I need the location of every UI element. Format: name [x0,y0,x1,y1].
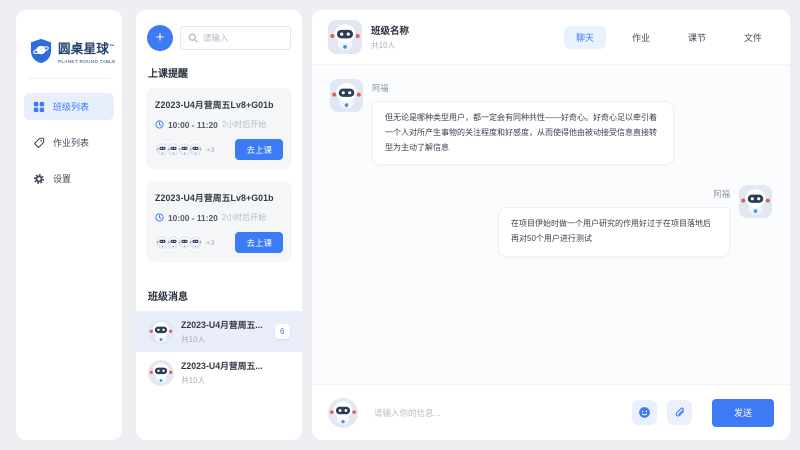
avatar [148,360,174,386]
app-subtitle: PLANET ROUND TABLE [58,59,116,64]
conversation-title: Z2023-U4月营周五... [181,361,263,371]
send-button[interactable]: 发送 [712,398,774,427]
tab-lessons[interactable]: 课节 [676,26,718,49]
gear-icon [33,173,45,185]
class-panel: + 上课提醒 Z2023-U4月营周五Lv8+G01b 10:00 - 11:2… [136,10,302,440]
tab-chat[interactable]: 聊天 [563,25,606,49]
class-start-hint: 2小时后开始 [221,120,267,129]
search-input[interactable] [203,33,283,43]
smiley-icon [638,406,651,419]
sender-name: 阿福 [713,189,730,200]
attachment-button[interactable] [667,400,692,425]
emoji-button[interactable] [632,400,657,425]
class-reminder-card[interactable]: Z2023-U4月营周五Lv8+G01b 10:00 - 11:20 2小时后开… [146,88,292,169]
sidebar-item-label: 设置 [53,174,72,184]
class-start-hint: 2小时后开始 [221,213,267,222]
class-title: Z2023-U4月营周五Lv8+G01b [155,100,274,110]
student-avatars [155,142,203,157]
class-message-row[interactable]: Z2023-U4月营周五... 共10人 [136,352,302,393]
sidebar: 圆桌星球™ PLANET ROUND TABLE 班级列表 作业列表 设置 [16,10,122,440]
chat-message-list: 阿福 但无论是哪种类型用户，都一定会有同种共性——好奇心。好奇心足以牵引着一个人… [312,65,790,384]
class-time: 10:00 - 11:20 [168,119,218,130]
avatar [188,235,203,250]
avatar [739,185,772,218]
trademark-mark: ™ [109,43,115,50]
logo-shield-icon [30,38,52,64]
sidebar-item-label: 作业列表 [53,138,90,148]
chat-member-count: 共10人 [371,41,396,50]
sender-name: 阿福 [372,83,389,93]
member-count: 共10人 [181,376,206,385]
avatar [330,79,363,112]
tab-homework[interactable]: 作业 [620,26,662,49]
messages-section-title: 班级消息 [148,292,188,303]
user-avatar [328,398,358,428]
class-title: Z2023-U4月营周五Lv8+G01b [155,193,274,203]
extra-count: +3 [206,145,215,154]
sidebar-item-class-list[interactable]: 班级列表 [24,93,114,120]
clock-icon [155,213,164,222]
member-count: 共10人 [181,335,206,344]
class-time: 10:00 - 11:20 [168,212,218,223]
avatar [148,319,174,345]
tab-files[interactable]: 文件 [732,26,774,49]
go-to-class-button[interactable]: 去上课 [235,139,283,160]
app-logo: 圆桌星球™ PLANET ROUND TABLE [16,10,122,64]
chat-message: 阿福 但无论是哪种类型用户，都一定会有同种共性——好奇心。好奇心足以牵引着一个人… [330,79,772,166]
sidebar-item-settings[interactable]: 设置 [24,165,114,192]
chat-message: 阿福 在项目伊始时做一个用户研究的作用好过于在项目落地后再对50个用户进行测试 [330,185,772,257]
search-icon [188,33,198,43]
paperclip-icon [673,406,686,419]
message-bubble: 但无论是哪种类型用户，都一定会有同种共性——好奇心。好奇心足以牵引着一个人对所产… [372,101,674,166]
class-avatar [328,20,362,54]
message-input[interactable] [368,407,622,418]
chat-tabs: 聊天 作业 课节 文件 [563,25,774,49]
reminder-section-title: 上课提醒 [148,69,188,80]
extra-count: +3 [206,238,215,247]
sidebar-nav: 班级列表 作业列表 设置 [16,93,122,192]
chat-title: 班级名称 [371,26,410,37]
app-title: 圆桌星球™ [58,42,115,56]
tag-icon [33,137,45,149]
go-to-class-button[interactable]: 去上课 [235,232,283,253]
grid-icon [33,101,45,113]
message-bubble: 在项目伊始时做一个用户研究的作用好过于在项目落地后再对50个用户进行测试 [498,207,730,257]
unread-badge: 6 [274,324,290,339]
divider [28,78,110,79]
search-box[interactable] [180,26,291,50]
sidebar-item-label: 班级列表 [53,102,90,112]
avatar [188,142,203,157]
class-message-row[interactable]: Z2023-U4月营周五... 共10人 6 [136,311,302,352]
chat-panel: 班级名称 共10人 聊天 作业 课节 文件 阿福 但无论是哪种类型用户，都一定会… [312,10,790,440]
add-button[interactable]: + [147,25,173,51]
student-avatars [155,235,203,250]
chat-input-bar: 发送 [312,384,790,440]
clock-icon [155,120,164,129]
chat-header: 班级名称 共10人 聊天 作业 课节 文件 [312,10,790,65]
sidebar-item-homework-list[interactable]: 作业列表 [24,129,114,156]
class-reminder-card[interactable]: Z2023-U4月营周五Lv8+G01b 10:00 - 11:20 2小时后开… [146,181,292,262]
conversation-title: Z2023-U4月营周五... [181,320,263,330]
